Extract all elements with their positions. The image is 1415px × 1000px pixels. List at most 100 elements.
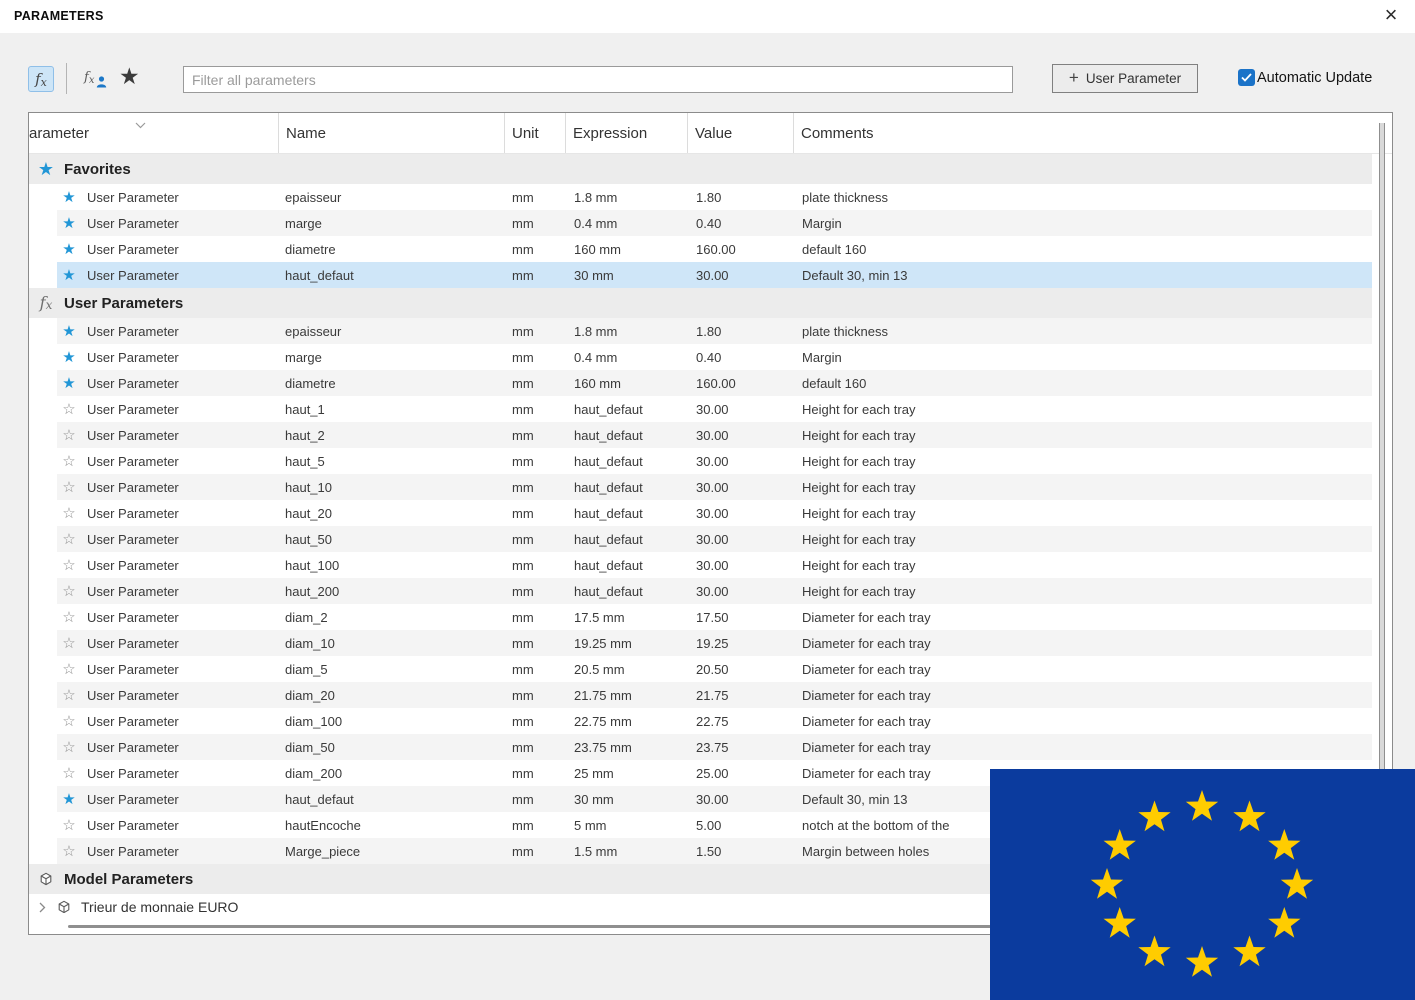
star-icon[interactable]: ☆ xyxy=(61,402,77,417)
table-row[interactable]: ★ User Parameter marge mm 0.4 mm 0.40 Margin xyxy=(29,210,1372,236)
star-icon[interactable]: ☆ xyxy=(61,688,77,703)
column-header-expression[interactable]: Expression xyxy=(566,113,688,153)
expression-cell[interactable]: 30 mm xyxy=(566,792,688,807)
column-header-comments[interactable]: Comments xyxy=(794,113,1392,153)
expression-cell[interactable]: 22.75 mm xyxy=(566,714,688,729)
table-row[interactable]: ★ User Parameter diametre mm 160 mm 160.00 def… xyxy=(29,236,1372,262)
table-row[interactable]: ★ User Parameter epaisseur mm 1.8 mm 1.80 plat… xyxy=(29,318,1372,344)
table-row[interactable]: ★ User Parameter haut_defaut mm 30 mm 30.00 De… xyxy=(29,262,1372,288)
expression-cell[interactable]: haut_defaut xyxy=(566,506,688,521)
table-row[interactable]: ☆ User Parameter diam_10 mm 19.25 mm 19.25 Dia… xyxy=(29,630,1372,656)
name-cell[interactable]: epaisseur xyxy=(279,324,505,339)
expression-cell[interactable]: 160 mm xyxy=(566,242,688,257)
name-cell[interactable]: haut_2 xyxy=(279,428,505,443)
expression-cell[interactable]: 1.8 mm xyxy=(566,190,688,205)
name-cell[interactable]: diam_5 xyxy=(279,662,505,677)
comment-cell[interactable]: plate thickness xyxy=(794,190,1372,205)
star-icon[interactable]: ☆ xyxy=(61,428,77,443)
expression-cell[interactable]: 5 mm xyxy=(566,818,688,833)
column-header-name[interactable]: Name xyxy=(279,113,505,153)
expression-cell[interactable]: haut_defaut xyxy=(566,480,688,495)
star-icon[interactable]: ☆ xyxy=(61,532,77,547)
name-cell[interactable]: haut_5 xyxy=(279,454,505,469)
name-cell[interactable]: marge xyxy=(279,216,505,231)
star-icon[interactable]: ☆ xyxy=(61,454,77,469)
name-cell[interactable]: haut_defaut xyxy=(279,268,505,283)
add-user-parameter-button[interactable]: + User Parameter xyxy=(1052,64,1198,93)
expression-cell[interactable]: 23.75 mm xyxy=(566,740,688,755)
column-header-arameter[interactable]: arameter xyxy=(29,113,279,153)
star-icon[interactable]: ★ xyxy=(61,268,77,283)
name-cell[interactable]: diametre xyxy=(279,242,505,257)
comment-cell[interactable]: Height for each tray xyxy=(794,584,1372,599)
comment-cell[interactable]: Diameter for each tray xyxy=(794,688,1372,703)
table-row[interactable]: ★ User Parameter epaisseur mm 1.8 mm 1.80 plat… xyxy=(29,184,1372,210)
star-icon[interactable]: ☆ xyxy=(61,818,77,833)
expression-cell[interactable]: haut_defaut xyxy=(566,454,688,469)
star-icon[interactable]: ★ xyxy=(61,376,77,391)
table-row[interactable]: ☆ User Parameter haut_2 mm haut_defaut 30.00 H… xyxy=(29,422,1372,448)
name-cell[interactable]: haut_defaut xyxy=(279,792,505,807)
expression-cell[interactable]: haut_defaut xyxy=(566,584,688,599)
expand-chevron-icon[interactable] xyxy=(39,902,47,913)
star-icon[interactable]: ☆ xyxy=(61,740,77,755)
table-row[interactable]: ☆ User Parameter diam_100 mm 22.75 mm 22.75 Di… xyxy=(29,708,1372,734)
table-row[interactable]: ☆ User Parameter haut_50 mm haut_defaut 30.00… xyxy=(29,526,1372,552)
comment-cell[interactable]: Diameter for each tray xyxy=(794,636,1372,651)
table-row[interactable]: ☆ User Parameter diam_20 mm 21.75 mm 21.75 Dia… xyxy=(29,682,1372,708)
table-row[interactable]: ★ User Parameter diametre mm 160 mm 160.00 def… xyxy=(29,370,1372,396)
star-icon[interactable]: ★ xyxy=(61,324,77,339)
name-cell[interactable]: diametre xyxy=(279,376,505,391)
name-cell[interactable]: haut_200 xyxy=(279,584,505,599)
expression-cell[interactable]: 1.5 mm xyxy=(566,844,688,859)
table-row[interactable]: ☆ User Parameter haut_100 mm haut_defaut 30.0… xyxy=(29,552,1372,578)
show-user-parameters-button[interactable]: fx xyxy=(84,66,114,92)
expression-cell[interactable]: 20.5 mm xyxy=(566,662,688,677)
comment-cell[interactable]: Height for each tray xyxy=(794,480,1372,495)
star-icon[interactable]: ☆ xyxy=(61,844,77,859)
section-header-favorites[interactable]: ★ Favorites xyxy=(29,154,1372,184)
comment-cell[interactable]: default 160 xyxy=(794,376,1372,391)
star-icon[interactable]: ☆ xyxy=(61,662,77,677)
expression-cell[interactable]: 1.8 mm xyxy=(566,324,688,339)
name-cell[interactable]: diam_10 xyxy=(279,636,505,651)
column-header-value[interactable]: Value xyxy=(688,113,794,153)
name-cell[interactable]: diam_100 xyxy=(279,714,505,729)
comment-cell[interactable]: Height for each tray xyxy=(794,454,1372,469)
table-row[interactable]: ★ User Parameter marge mm 0.4 mm 0.40 Margin xyxy=(29,344,1372,370)
name-cell[interactable]: diam_2 xyxy=(279,610,505,625)
comment-cell[interactable]: Diameter for each tray xyxy=(794,662,1372,677)
table-row[interactable]: ☆ User Parameter haut_5 mm haut_defaut 30.00 H… xyxy=(29,448,1372,474)
expression-cell[interactable]: haut_defaut xyxy=(566,558,688,573)
section-header-user-parameters[interactable]: f x User Parameters xyxy=(29,288,1372,318)
comment-cell[interactable]: Height for each tray xyxy=(794,558,1372,573)
star-icon[interactable]: ★ xyxy=(61,242,77,257)
table-row[interactable]: ☆ User Parameter haut_10 mm haut_defaut 30.00… xyxy=(29,474,1372,500)
table-row[interactable]: ☆ User Parameter haut_200 mm haut_defaut 30.0… xyxy=(29,578,1372,604)
automatic-update-checkbox[interactable] xyxy=(1238,69,1255,86)
name-cell[interactable]: marge xyxy=(279,350,505,365)
name-cell[interactable]: diam_200 xyxy=(279,766,505,781)
star-icon[interactable]: ★ xyxy=(61,216,77,231)
comment-cell[interactable]: Diameter for each tray xyxy=(794,714,1372,729)
star-icon[interactable]: ☆ xyxy=(61,636,77,651)
expression-cell[interactable]: haut_defaut xyxy=(566,428,688,443)
comment-cell[interactable]: Margin xyxy=(794,350,1372,365)
star-icon[interactable]: ☆ xyxy=(61,714,77,729)
expression-cell[interactable]: 0.4 mm xyxy=(566,216,688,231)
name-cell[interactable]: haut_100 xyxy=(279,558,505,573)
name-cell[interactable]: haut_20 xyxy=(279,506,505,521)
comment-cell[interactable]: Height for each tray xyxy=(794,402,1372,417)
name-cell[interactable]: epaisseur xyxy=(279,190,505,205)
expression-cell[interactable]: 21.75 mm xyxy=(566,688,688,703)
comment-cell[interactable]: plate thickness xyxy=(794,324,1372,339)
expression-cell[interactable]: haut_defaut xyxy=(566,402,688,417)
star-icon[interactable]: ★ xyxy=(61,190,77,205)
expression-cell[interactable]: 17.5 mm xyxy=(566,610,688,625)
expression-cell[interactable]: 19.25 mm xyxy=(566,636,688,651)
show-all-parameters-button[interactable]: fx xyxy=(28,66,54,92)
filter-input[interactable] xyxy=(183,66,1013,93)
column-header-unit[interactable]: Unit xyxy=(505,113,566,153)
expression-cell[interactable]: 0.4 mm xyxy=(566,350,688,365)
comment-cell[interactable]: Height for each tray xyxy=(794,532,1372,547)
